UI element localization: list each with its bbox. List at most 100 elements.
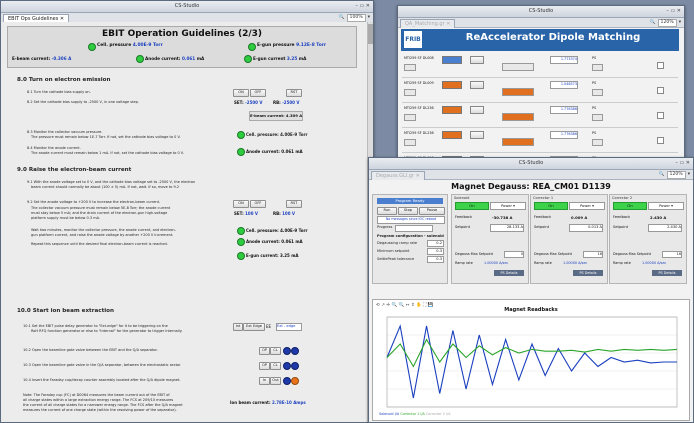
dipole-ps-label: PS <box>592 106 597 110</box>
section-10-heading: 10.0 Start ion beam extraction <box>17 308 114 314</box>
zoom-controls[interactable]: 🔍 120% ▾ <box>659 170 690 179</box>
bias-off-button[interactable]: OFF <box>250 89 266 97</box>
window-titlebar[interactable]: CS-Studio – ▭ ✕ <box>1 1 373 13</box>
dipole-name: MTI259 SF DL008 <box>404 56 434 60</box>
ps-details-button[interactable]: PS Details <box>652 270 682 276</box>
run-button[interactable]: Run <box>377 207 397 215</box>
chevron-down-icon: ▾ <box>367 15 370 20</box>
dipole-ps-label: PS <box>592 56 597 60</box>
setpoint-field[interactable]: 0.013 A <box>569 224 603 232</box>
on-indicator: On <box>455 202 489 210</box>
feedback-value: -30.738 A <box>492 215 513 220</box>
chevron-down-icon: ▾ <box>687 172 690 177</box>
magnet-column: Solenoid On Power ▾ Feedback -30.738 A Setpoi… <box>451 194 529 284</box>
zoom-icon: 🔍 <box>658 172 665 177</box>
on-indicator: On <box>613 202 647 210</box>
dipole-off-button[interactable] <box>592 114 603 121</box>
dipole-enable-checkbox[interactable] <box>657 137 664 144</box>
dipole-name: MTI259 SF DL236 <box>404 106 434 110</box>
dipole-bar <box>502 63 534 71</box>
header-panel: EBIT Operation Guidelines (2/3) Cell. pr… <box>7 26 357 68</box>
tab-bar: Degauss.GLI.gr ✕ 🔍 120% ▾ <box>369 170 693 180</box>
plot-area <box>386 316 678 408</box>
zoom-controls[interactable]: 🔍 120% ▾ <box>650 18 681 27</box>
tab-bar: QA_Matching.gr ✕ 🔍 120% ▾ <box>398 18 684 28</box>
zoom-controls[interactable]: 🔍 100% ▾ <box>339 13 370 22</box>
bias-rst-button[interactable]: RST <box>286 89 302 97</box>
dipole-on-button[interactable] <box>404 89 416 96</box>
ps-details-button[interactable]: PS Details <box>494 270 524 276</box>
int-button[interactable]: Int <box>233 323 243 331</box>
window-titlebar[interactable]: CS-Studio – ▭ ✕ <box>369 158 693 170</box>
stop-button[interactable]: Stop <box>398 207 418 215</box>
anode-rst-button[interactable]: RST <box>286 200 302 208</box>
dipole-setpoint-field[interactable] <box>442 81 462 89</box>
ebeam-current: E-beam current: -0.306 A <box>12 56 72 61</box>
degauss-max-field[interactable]: 16 <box>662 251 682 258</box>
dipole-bar <box>502 138 534 146</box>
column-title: Solenoid <box>454 196 470 200</box>
readbacks-plot: ⟲ ↗ ✛ 🔍 🔍 ↔ ⇕ ✋ ⛶ 💾 Magnet Readbacks Sol… <box>372 299 690 421</box>
program-ready-button[interactable]: Program Ready <box>377 198 443 204</box>
ext-edge-button[interactable]: Ext Edge <box>243 323 265 331</box>
dipole-off-button[interactable] <box>592 89 603 96</box>
gv2-close-button[interactable]: CL <box>270 362 281 370</box>
dipole-match-button[interactable] <box>470 106 484 114</box>
dipole-name: MTI259 SF DL236 <box>404 131 434 135</box>
chevron-down-icon: ▾ <box>678 20 681 25</box>
power-select[interactable]: Power ▾ <box>648 202 684 210</box>
dipole-setpoint-field[interactable] <box>442 56 462 64</box>
dipole-match-button[interactable] <box>470 56 484 64</box>
anode-on-button[interactable]: ON <box>233 200 249 208</box>
page-title: Magnet Degauss: REA_CM01 D1139 <box>451 182 611 191</box>
progress-bar <box>395 225 433 232</box>
dipole-on-button[interactable] <box>404 139 416 146</box>
dipole-off-button[interactable] <box>592 64 603 71</box>
dipole-off-button[interactable] <box>592 139 603 146</box>
dipole-row: MTI259 SF DL008 1.773374 PS <box>402 55 678 78</box>
dipole-on-button[interactable] <box>404 64 416 71</box>
power-select[interactable]: Power ▾ <box>490 202 526 210</box>
ps-details-button[interactable]: PS Details <box>573 270 603 276</box>
degauss-max-field[interactable]: 0 <box>504 251 524 258</box>
degauss-max-field[interactable]: 16 <box>583 251 603 258</box>
tab-degauss[interactable]: Degauss.GLI.gr ✕ <box>371 171 425 180</box>
zoom-icon: 🔍 <box>649 20 656 25</box>
dipole-enable-checkbox[interactable] <box>657 62 664 69</box>
pause-button[interactable]: Pause <box>419 207 445 215</box>
dipole-on-button[interactable] <box>404 114 416 121</box>
ramp-rate-value: 1.00000 A/sec <box>642 261 667 265</box>
fc-out-button[interactable]: Out <box>270 377 281 385</box>
dipole-enable-checkbox[interactable] <box>657 87 664 94</box>
dipole-setpoint-field[interactable] <box>442 106 462 114</box>
trigger-mode-field: Ext - edge <box>276 323 302 331</box>
ramp-rate-value: 1.00000 A/sec <box>563 261 588 265</box>
setpoint-field[interactable]: 28.133 A <box>490 224 524 232</box>
dipole-bar <box>502 113 534 121</box>
dipole-match-button[interactable] <box>470 81 484 89</box>
power-select[interactable]: Power ▾ <box>569 202 605 210</box>
dipole-bar <box>502 88 534 96</box>
gv1-open-button[interactable]: OP <box>259 347 270 355</box>
dipole-name: MTI259 SF DL009 <box>404 81 434 85</box>
dipole-enable-checkbox[interactable] <box>657 112 664 119</box>
setpoint-field[interactable]: 2.430 A <box>648 224 682 232</box>
anode-off-button[interactable]: OFF <box>250 200 266 208</box>
page-title: EBIT Operation Guidelines (2/3) <box>101 29 263 39</box>
dipole-readback: 1.776386 <box>550 106 578 114</box>
gv2-open-button[interactable]: OP <box>259 362 270 370</box>
window-controls[interactable]: – ▭ ✕ <box>355 1 370 12</box>
ramp-rate-value: 1.00000 A/sec <box>484 261 509 265</box>
fc-in-button[interactable]: In <box>259 377 270 385</box>
window-titlebar[interactable]: CS-Studio – ▭ ✕ <box>398 6 684 18</box>
dipole-readback: 1.773374 <box>550 56 578 64</box>
window-controls[interactable]: – ▭ ✕ <box>675 158 690 169</box>
dipole-match-button[interactable] <box>470 131 484 139</box>
zoom-select[interactable]: 100% <box>346 13 366 22</box>
bias-on-button[interactable]: ON <box>233 89 249 97</box>
dipole-setpoint-field[interactable] <box>442 131 462 139</box>
ebeam-box: E-beam current: 4.309 A <box>249 111 303 121</box>
tab-qa-matching[interactable]: QA_Matching.gr ✕ <box>400 19 456 28</box>
window-controls[interactable]: – ▭ ✕ <box>666 6 681 17</box>
gv1-close-button[interactable]: CL <box>270 347 281 355</box>
